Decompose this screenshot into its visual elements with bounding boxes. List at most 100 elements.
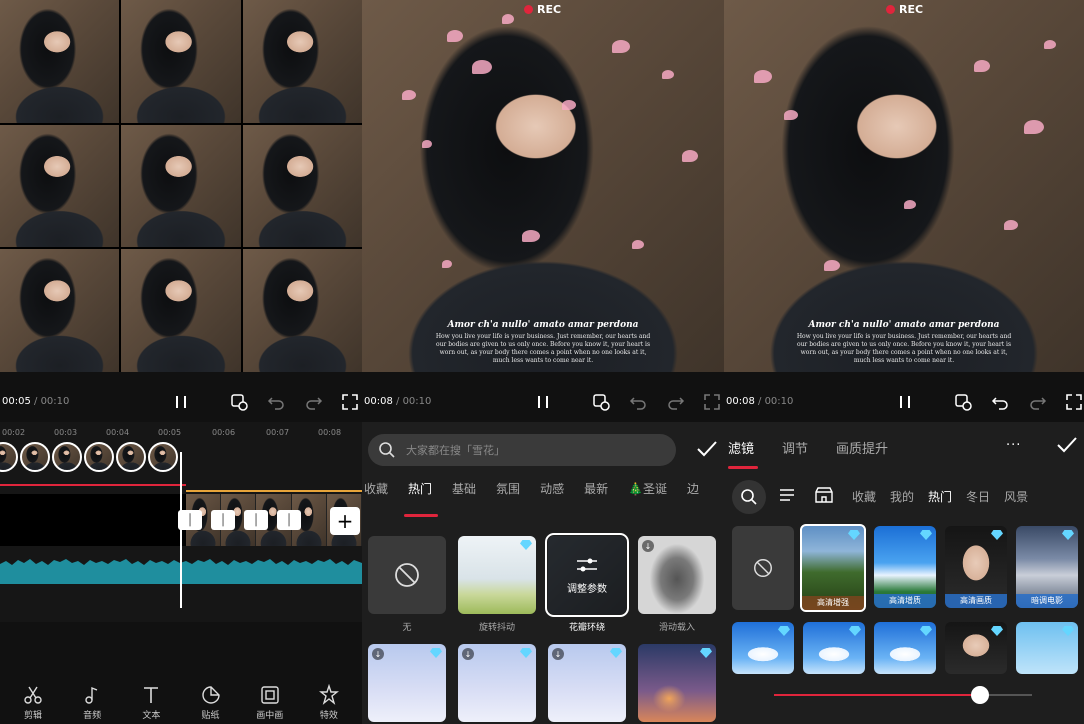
effect-card[interactable]: ↓ 滑动载入 [638, 536, 716, 633]
effect-card-selected[interactable]: 调整参数 花瓣环绕 [545, 533, 629, 633]
rec-indicator: REC [524, 3, 561, 16]
tab-hot[interactable]: 热门 [408, 480, 432, 506]
category-mine[interactable]: 我的 [890, 488, 914, 505]
redo-button[interactable] [304, 392, 324, 412]
more-icon[interactable]: ··· [1006, 438, 1021, 453]
filter-tile[interactable] [1016, 622, 1078, 674]
filter-tile[interactable]: 暗调电影 [1016, 526, 1078, 608]
keyframe-button[interactable] [953, 392, 973, 412]
effect-label: 花瓣环绕 [568, 623, 605, 633]
add-clip-button[interactable]: + [330, 507, 360, 535]
tab-favorites[interactable]: 收藏 [364, 480, 388, 506]
preview-tile [242, 124, 362, 248]
confirm-check-icon[interactable] [694, 436, 720, 462]
tab-christmas[interactable]: 🎄圣诞 [628, 480, 667, 506]
category-winter[interactable]: 冬日 [966, 488, 990, 505]
preview-tile [242, 249, 362, 372]
confirm-check-icon[interactable] [1054, 432, 1080, 458]
time-current: 00:08 [726, 396, 755, 407]
transition-handle[interactable]: ⏐ [211, 510, 235, 530]
transition-handle[interactable]: ⏐ [244, 510, 268, 530]
category-hot[interactable]: 热门 [928, 488, 952, 505]
effect-track[interactable] [0, 442, 178, 478]
redo-button[interactable] [666, 392, 686, 412]
effect-keyframe-bubble[interactable] [84, 442, 114, 472]
category-landscape[interactable]: 风景 [1004, 488, 1028, 505]
timeline[interactable]: 00:02 00:03 00:04 00:05 00:06 00:07 00:0… [0, 422, 362, 622]
playback-bar: 00:08 / 00:10 [362, 382, 724, 422]
effects-search-input[interactable]: 大家都在搜「雪花」 [368, 434, 676, 466]
undo-button[interactable] [628, 392, 648, 412]
clip-range-line [186, 490, 362, 492]
tool-edit[interactable]: 剪辑 [6, 684, 60, 724]
filter-none[interactable] [732, 526, 794, 610]
effect-card[interactable]: ↓ [368, 644, 446, 722]
effect-card[interactable] [638, 644, 716, 722]
filter-name: 高清增强 [802, 596, 864, 610]
tab-quality[interactable]: 画质提升 [836, 438, 888, 457]
undo-button[interactable] [266, 392, 286, 412]
playhead[interactable] [180, 452, 182, 608]
filter-tile[interactable] [945, 622, 1007, 674]
filter-search-button[interactable] [732, 480, 766, 514]
diamond-icon [1062, 530, 1074, 540]
effect-keyframe-bubble[interactable] [52, 442, 82, 472]
tool-audio[interactable]: 音频 [65, 684, 119, 724]
diamond-icon [1062, 626, 1074, 636]
effect-card-none[interactable]: 无 [368, 536, 446, 633]
filter-tile[interactable]: 高清增质 [874, 526, 936, 608]
fullscreen-button[interactable] [340, 392, 360, 412]
sticker-icon [201, 686, 220, 704]
effect-keyframe-bubble[interactable] [20, 442, 50, 472]
ruler-label: 00:06 [212, 428, 236, 437]
tab-basic[interactable]: 基础 [452, 480, 476, 506]
filter-tile[interactable] [874, 622, 936, 674]
pause-icon [176, 396, 186, 408]
filter-name: 暗调电影 [1016, 594, 1078, 608]
tool-effects[interactable]: 特效 [302, 684, 356, 724]
effect-keyframe-bubble[interactable] [0, 442, 18, 472]
filter-tile[interactable] [732, 622, 794, 674]
pause-button[interactable] [895, 392, 915, 412]
undo-button[interactable] [990, 392, 1010, 412]
keyframe-icon [231, 394, 248, 411]
store-icon[interactable] [814, 486, 834, 504]
tab-atmosphere[interactable]: 氛围 [496, 480, 520, 506]
filter-tile-selected[interactable]: 高清增强 [800, 524, 866, 612]
effect-card[interactable]: ↓ [458, 644, 536, 722]
tab-adjust[interactable]: 调节 [782, 438, 808, 457]
effect-keyframe-bubble[interactable] [148, 442, 178, 472]
ruler-label: 00:02 [2, 428, 26, 437]
pause-button[interactable] [171, 392, 191, 412]
effects-icon [318, 684, 339, 705]
fullscreen-button[interactable] [702, 392, 722, 412]
petal [1044, 40, 1056, 49]
fullscreen-button[interactable] [1064, 392, 1084, 412]
keyframe-button[interactable] [591, 392, 611, 412]
filter-tile[interactable]: 高清画质 [945, 526, 1007, 608]
tool-pip[interactable]: 画中画 [243, 684, 297, 724]
tab-dynamic[interactable]: 动感 [540, 480, 564, 506]
effect-keyframe-bubble[interactable] [116, 442, 146, 472]
petal [754, 70, 772, 83]
filter-tile[interactable] [803, 622, 865, 674]
tab-border[interactable]: 边 [687, 480, 699, 506]
effect-card[interactable]: ↓ [548, 644, 626, 722]
tab-latest[interactable]: 最新 [584, 480, 608, 506]
filter-top-tabs: 滤镜 调节 画质提升 ··· [724, 432, 1084, 462]
redo-button[interactable] [1028, 392, 1048, 412]
category-favorites[interactable]: 收藏 [852, 488, 876, 505]
effect-card[interactable]: 旋转抖动 [458, 536, 536, 633]
effect-thumb [638, 644, 716, 722]
keyframe-button[interactable] [229, 392, 249, 412]
filter-intensity-slider[interactable] [774, 686, 1032, 704]
tool-sticker[interactable]: 贴纸 [184, 684, 238, 724]
tab-filter[interactable]: 滤镜 [728, 438, 754, 457]
adjust-params-overlay[interactable]: 调整参数 [548, 536, 626, 614]
filter-categories: 收藏 我的 热门 冬日 风景 [852, 488, 1028, 505]
transition-handle[interactable]: ⏐ [277, 510, 301, 530]
rec-label: REC [537, 3, 562, 16]
pause-button[interactable] [533, 392, 553, 412]
menu-icon[interactable] [778, 486, 796, 504]
tool-text[interactable]: 文本 [124, 684, 178, 724]
